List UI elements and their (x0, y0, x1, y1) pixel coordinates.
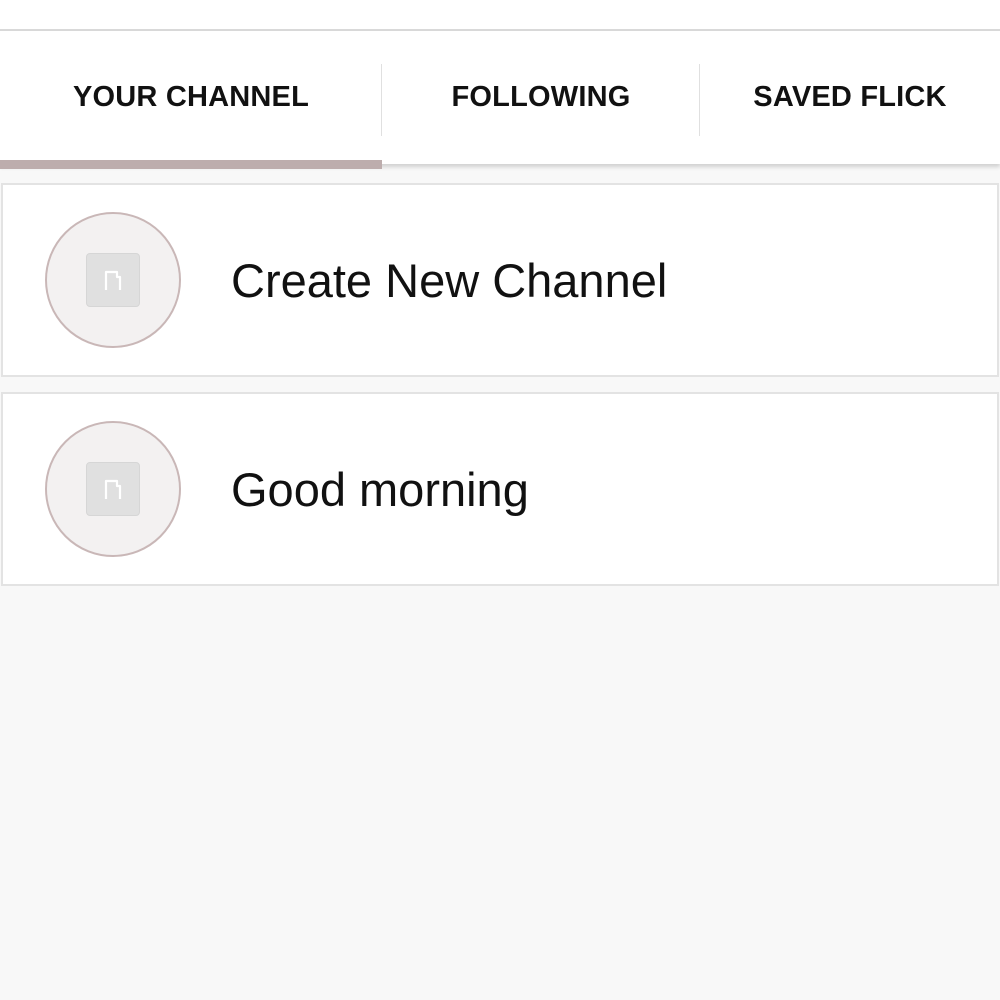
channel-list: Create New Channel Good morning (0, 183, 1000, 601)
selected-tab-indicator (0, 160, 382, 169)
tab-your-channel[interactable]: YOUR CHANNEL (0, 31, 382, 164)
list-item-label: Create New Channel (231, 253, 668, 307)
create-channel-item[interactable]: Create New Channel (1, 183, 999, 377)
tab-saved-flick[interactable]: SAVED FLICK (700, 31, 1000, 164)
avatar (45, 212, 181, 348)
image-placeholder-icon (86, 462, 140, 516)
channel-item[interactable]: Good morning (1, 392, 999, 586)
tab-label: YOUR CHANNEL (72, 81, 309, 113)
avatar (45, 421, 181, 557)
tab-label: SAVED FLICK (753, 81, 947, 113)
status-area (0, 0, 1000, 29)
tab-bar: YOUR CHANNEL FOLLOWING SAVED FLICK (0, 31, 1000, 169)
tab-label: FOLLOWING (451, 81, 631, 113)
image-placeholder-icon (86, 253, 140, 307)
list-item-label: Good morning (231, 462, 529, 516)
tab-following[interactable]: FOLLOWING (382, 31, 700, 164)
